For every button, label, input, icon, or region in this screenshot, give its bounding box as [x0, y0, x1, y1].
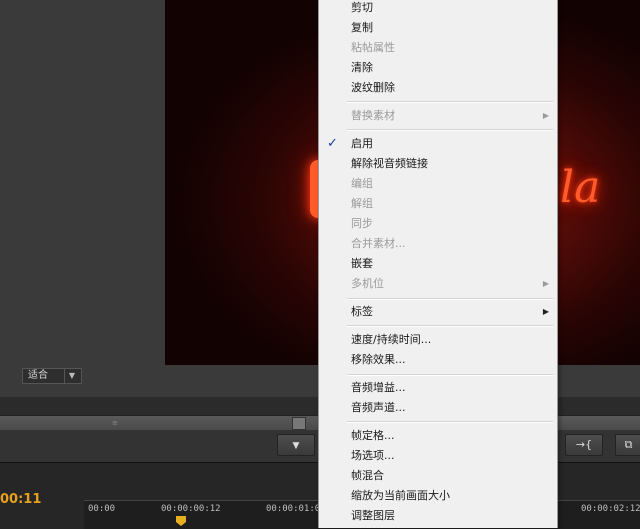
menu-item-label: 解除视音频链接	[351, 157, 428, 170]
menu-item-clear[interactable]: 清除	[319, 58, 557, 78]
menu-item-unlink[interactable]: 解除视音频链接	[319, 154, 557, 174]
menu-item-label: 同步	[351, 217, 373, 230]
menu-item-label: 粘帖属性	[351, 41, 395, 54]
menu-item-nest[interactable]: 嵌套	[319, 254, 557, 274]
grip-icon: ≡	[112, 419, 118, 427]
menu-item-label: 剪切	[351, 1, 373, 14]
menu-item-group[interactable]: 编组	[319, 174, 557, 194]
menu-item-label: 编组	[351, 177, 373, 190]
menu-item-label-color[interactable]: 标签 ▶	[319, 302, 557, 322]
menu-item-label: 帧混合	[351, 469, 384, 482]
menu-item-label: 多机位	[351, 277, 384, 290]
submenu-arrow-icon: ▶	[542, 111, 549, 120]
menu-separator	[347, 374, 553, 376]
menu-item-cut[interactable]: 剪切	[319, 0, 557, 18]
submenu-arrow-icon: ▶	[542, 307, 549, 316]
menu-separator	[347, 325, 553, 327]
menu-item-frame-hold[interactable]: 帧定格...	[319, 426, 557, 446]
ruler-tick-label: 00:00:01:00	[266, 504, 326, 514]
checkmark-icon: ✓	[327, 136, 338, 151]
submenu-arrow-icon: ▶	[542, 279, 549, 288]
menu-item-label: 缩放为当前画面大小	[351, 489, 450, 502]
menu-item-copy[interactable]: 复制	[319, 18, 557, 38]
menu-item-label: 嵌套	[351, 257, 373, 270]
ruler-tick-label: 00:00:02:12	[581, 504, 640, 514]
menu-separator	[347, 298, 553, 300]
fit-dropdown-value: 适合	[28, 370, 48, 381]
insert-icon: →{	[575, 438, 593, 451]
context-menu: 剪切 复制 粘帖属性 清除 波纹删除 替换素材 ▶ ✓ 启用 解除视音频链接 编…	[318, 0, 558, 528]
menu-item-synchronize[interactable]: 同步	[319, 214, 557, 234]
menu-item-label: 合并素材...	[351, 237, 406, 250]
menu-separator	[347, 421, 553, 423]
menu-item-replace-footage[interactable]: 替换素材 ▶	[319, 106, 557, 126]
menu-item-field-options[interactable]: 场选项...	[319, 446, 557, 466]
export-icon: ⧉	[624, 438, 633, 451]
menu-separator	[347, 129, 553, 131]
menu-item-label: 替换素材	[351, 109, 395, 122]
menu-item-remove-effects[interactable]: 移除效果...	[319, 350, 557, 370]
menu-separator	[347, 101, 553, 103]
menu-item-label: 复制	[351, 21, 373, 34]
menu-item-label: 速度/持续时间...	[351, 333, 432, 346]
menu-item-ripple-delete[interactable]: 波纹删除	[319, 78, 557, 98]
timeline-timecode[interactable]: 00:11	[0, 492, 41, 507]
menu-item-label: 启用	[351, 137, 373, 150]
neon-text-graphic: la	[560, 162, 601, 213]
menu-item-audio-gain[interactable]: 音频增益...	[319, 378, 557, 398]
menu-item-frame-blend[interactable]: 帧混合	[319, 466, 557, 486]
menu-item-speed-duration[interactable]: 速度/持续时间...	[319, 330, 557, 350]
menu-item-label: 场选项...	[351, 449, 395, 462]
menu-item-ungroup[interactable]: 解组	[319, 194, 557, 214]
menu-item-label: 清除	[351, 61, 373, 74]
menu-item-paste-attributes[interactable]: 粘帖属性	[319, 38, 557, 58]
ruler-tick-label: 00:00:00:12	[161, 504, 221, 514]
fit-dropdown[interactable]: 适合 ▼	[22, 368, 82, 384]
project-panel	[0, 0, 165, 365]
insert-button[interactable]: →{	[565, 434, 603, 456]
menu-item-merge-clips[interactable]: 合并素材...	[319, 234, 557, 254]
menu-item-enable[interactable]: ✓ 启用	[319, 134, 557, 154]
menu-item-audio-channels[interactable]: 音频声道...	[319, 398, 557, 418]
menu-item-multi-camera[interactable]: 多机位 ▶	[319, 274, 557, 294]
menu-item-label: 帧定格...	[351, 429, 395, 442]
menu-item-adjustment-layer[interactable]: 调整图层	[319, 506, 557, 526]
menu-item-label: 音频增益...	[351, 381, 406, 394]
menu-item-label: 波纹删除	[351, 81, 395, 94]
ruler-tick-label: 00:00	[88, 504, 116, 514]
menu-item-label: 解组	[351, 197, 373, 210]
add-marker-button[interactable]: ▼	[277, 434, 315, 456]
menu-item-label: 移除效果...	[351, 353, 406, 366]
menu-item-label: 标签	[351, 305, 373, 318]
chevron-down-icon[interactable]: ▼	[64, 369, 79, 383]
menu-item-scale-to-frame-size[interactable]: 缩放为当前画面大小	[319, 486, 557, 506]
marker-icon: ▼	[292, 441, 300, 451]
scrub-handle[interactable]	[292, 417, 306, 430]
export-frame-button[interactable]: ⧉	[615, 434, 640, 456]
menu-item-label: 音频声道...	[351, 401, 406, 414]
menu-item-label: 调整图层	[351, 509, 395, 522]
